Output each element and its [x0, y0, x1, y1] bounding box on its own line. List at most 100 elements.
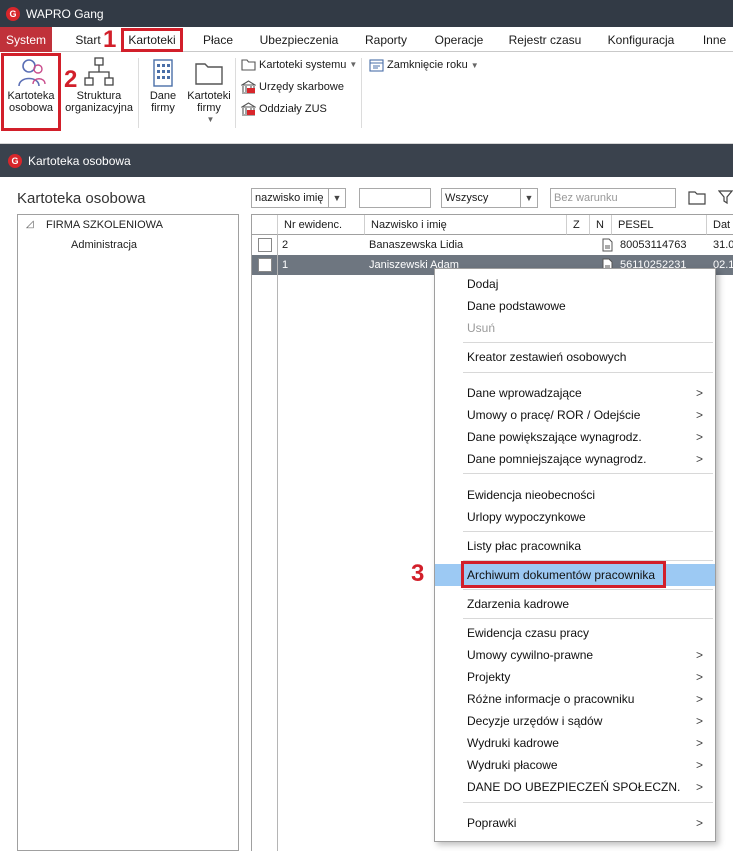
row-checkbox[interactable]: [258, 258, 272, 272]
tax-office-icon: [241, 80, 256, 94]
menu-item-ewidencja-nieobecnosci[interactable]: Ewidencja nieobecności: [435, 484, 715, 506]
zamkniecie-roku-button[interactable]: Zamknięcie roku ▼: [369, 58, 479, 72]
menu-item-dane-pomniejszajace[interactable]: Dane pomniejszające wynagrodz. >: [435, 448, 715, 470]
grid-divider: [277, 235, 278, 851]
menu-separator: [463, 531, 713, 532]
menu-item-poprawki[interactable]: Poprawki >: [435, 812, 715, 834]
chevron-right-icon: >: [695, 758, 703, 772]
oddzialy-zus-label: Oddziały ZUS: [259, 103, 327, 115]
menu-item-decyzje-urzedow[interactable]: Decyzje urzędów i sądów >: [435, 710, 715, 732]
table-row[interactable]: 2 Banaszewska Lidia 80053114763 31.05: [252, 235, 733, 255]
panel-title: Kartoteka osobowa: [17, 190, 146, 207]
chevron-right-icon: >: [695, 816, 703, 830]
menu-item-wydruki-placowe[interactable]: Wydruki płacowe >: [435, 754, 715, 776]
tab-place[interactable]: Płace: [196, 27, 240, 52]
chevron-right-icon: >: [695, 670, 703, 684]
tree-root-node[interactable]: FIRMA SZKOLENIOWA: [46, 219, 163, 231]
filter-icon[interactable]: [718, 189, 733, 205]
tab-operacje[interactable]: Operacje: [428, 27, 490, 52]
tab-ubezpieczenia[interactable]: Ubezpieczenia: [254, 27, 344, 52]
condition-placeholder: Bez warunku: [554, 192, 618, 204]
step-1-label: 1: [103, 26, 117, 53]
org-tree: ◿ FIRMA SZKOLENIOWA Administracja: [17, 214, 239, 851]
menu-separator: [463, 372, 713, 373]
cell-nr: 2: [282, 239, 289, 251]
menu-item-umowy-o-prace[interactable]: Umowy o pracę/ ROR / Odejście >: [435, 404, 715, 426]
oddzialy-zus-button[interactable]: Oddziały ZUS: [241, 102, 327, 116]
chevron-down-icon[interactable]: ▼: [328, 189, 345, 207]
ribbon-separator: [361, 58, 362, 128]
chevron-right-icon: >: [695, 648, 703, 662]
sort-select[interactable]: nazwisko imię ▼: [251, 188, 346, 208]
kartoteki-systemu-button[interactable]: Kartoteki systemu ▼: [241, 58, 357, 71]
menu-item-dodaj[interactable]: Dodaj: [435, 273, 715, 295]
menu-item-dane-powiekszajace[interactable]: Dane powiększające wynagrodz. >: [435, 426, 715, 448]
menu-separator: [463, 802, 713, 803]
menu-item-dane-do-ubezpieczen[interactable]: DANE DO UBEZPIECZEŃ SPOŁECZN. >: [435, 776, 715, 798]
menu-item-listy-plac[interactable]: Listy płac pracownika: [435, 535, 715, 557]
menu-item-rozne-informacje[interactable]: Różne informacje o pracowniku >: [435, 688, 715, 710]
chevron-down-icon[interactable]: ▼: [520, 189, 537, 207]
menu-item-projekty[interactable]: Projekty >: [435, 666, 715, 688]
menu-separator: [463, 618, 713, 619]
column-header-date[interactable]: Dat: [707, 215, 733, 235]
tab-inne[interactable]: Inne: [696, 27, 733, 52]
tree-child-node[interactable]: Administracja: [71, 239, 137, 251]
column-header-n[interactable]: N: [590, 215, 612, 235]
tree-expand-icon[interactable]: ◿: [26, 219, 34, 230]
urzedy-skarbowe-button[interactable]: Urzędy skarbowe: [241, 80, 344, 94]
menu-item-dane-podstawowe[interactable]: Dane podstawowe: [435, 295, 715, 317]
ribbon: Kartoteka osobowa 2 Struktura organizacy…: [0, 52, 733, 144]
tab-kartoteki[interactable]: Kartoteki: [121, 28, 183, 52]
menu-item-umowy-cywilno-prawne[interactable]: Umowy cywilno-prawne >: [435, 644, 715, 666]
cell-name: Banaszewska Lidia: [369, 239, 464, 251]
org-structure-icon: [84, 57, 114, 86]
tab-raporty[interactable]: Raporty: [358, 27, 414, 52]
menu-item-usun: Usuń: [467, 321, 496, 335]
status-select[interactable]: Wszyscy ▼: [441, 188, 538, 208]
menu-item-urlopy[interactable]: Urlopy wypoczynkowe: [435, 506, 715, 528]
tab-rejestr-czasu[interactable]: Rejestr czasu: [504, 27, 586, 52]
cell-pesel: 80053114763: [620, 239, 687, 251]
menu-separator: [463, 342, 713, 343]
struktura-organizacyjna-button[interactable]: Struktura organizacyjna: [62, 56, 136, 114]
calendar-icon: [369, 59, 384, 72]
step-3-label: 3: [411, 560, 425, 587]
cell-date: 31.05: [713, 239, 733, 251]
folder-icon[interactable]: [688, 189, 706, 205]
highlight-box-step3: [461, 561, 666, 588]
dane-firmy-button[interactable]: Dane firmy: [143, 56, 183, 114]
tab-konfiguracja[interactable]: Konfiguracja: [600, 27, 682, 52]
window-title: Kartoteka osobowa: [28, 153, 131, 168]
menu-item-wydruki-kadrowe[interactable]: Wydruki kadrowe >: [435, 732, 715, 754]
condition-input[interactable]: Bez warunku: [550, 188, 676, 208]
menu-item-ewidencja-czasu[interactable]: Ewidencja czasu pracy: [435, 622, 715, 644]
menu-item-zdarzenia-kadrowe[interactable]: Zdarzenia kadrowe: [435, 593, 715, 615]
title-bar: G WAPRO Gang: [0, 0, 733, 27]
column-header-name[interactable]: Nazwisko i imię: [365, 215, 567, 235]
chevron-down-icon: ▼: [206, 115, 215, 124]
menu-item-kreator-zestawien[interactable]: Kreator zestawień osobowych: [435, 346, 715, 368]
menu-separator: [463, 473, 713, 474]
row-checkbox[interactable]: [258, 238, 272, 252]
column-header-z[interactable]: Z: [567, 215, 590, 235]
search-input[interactable]: [359, 188, 431, 208]
column-header-pesel[interactable]: PESEL: [612, 215, 707, 235]
window-title-bar: G Kartoteka osobowa: [0, 144, 733, 177]
chevron-down-icon: ▼: [470, 60, 479, 70]
column-header-checkbox[interactable]: [252, 215, 278, 235]
column-header-nr[interactable]: Nr ewidenc.: [278, 215, 365, 235]
chevron-right-icon: >: [695, 780, 703, 794]
kartoteki-firmy-label: Kartoteki firmy: [187, 90, 231, 114]
kartoteki-firmy-button[interactable]: Kartoteki firmy ▼: [186, 56, 232, 126]
chevron-right-icon: >: [695, 408, 703, 422]
app-logo-icon: G: [6, 6, 20, 21]
sort-select-value: nazwisko imię: [255, 192, 324, 204]
tab-system[interactable]: System: [0, 27, 52, 52]
highlight-box-step2: [1, 53, 61, 131]
menu-item-dane-wprowadzajace[interactable]: Dane wprowadzające >: [435, 382, 715, 404]
chevron-right-icon: >: [695, 452, 703, 466]
kartoteki-systemu-label: Kartoteki systemu: [259, 58, 347, 71]
chevron-right-icon: >: [695, 386, 703, 400]
chevron-down-icon: ▼: [349, 60, 358, 69]
